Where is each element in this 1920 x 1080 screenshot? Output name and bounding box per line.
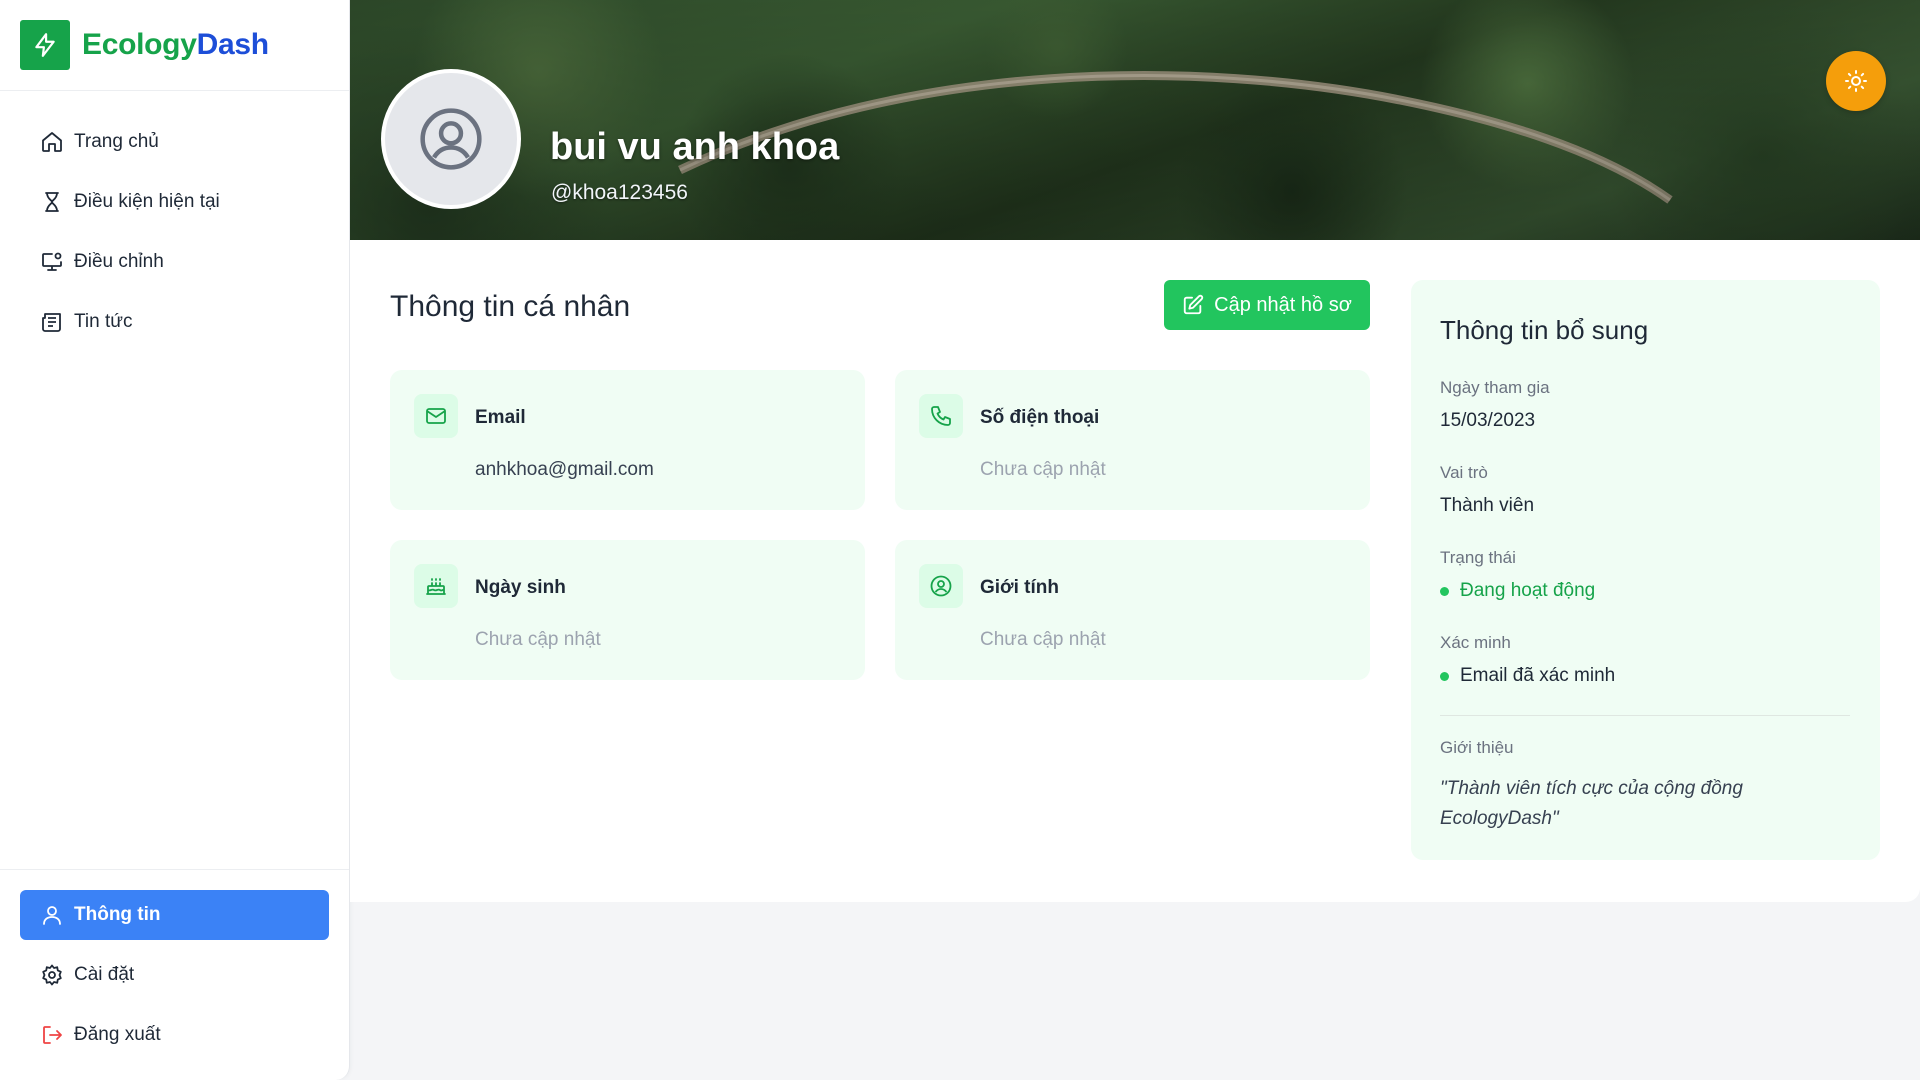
sun-icon [1845, 70, 1867, 92]
verify-text: Email đã xác minh [1460, 665, 1616, 686]
profile-name: bui vu anh khoa [550, 126, 840, 168]
nav-item-current-conditions[interactable]: Điều kiện hiện tại [20, 177, 329, 227]
cake-icon [414, 564, 458, 608]
join-date-value: 15/03/2023 [1440, 410, 1536, 431]
lightning-logo-icon [20, 20, 70, 70]
status-value: Đang hoạt động [1440, 580, 1595, 602]
card-value: Chưa cập nhật [980, 629, 1106, 650]
phone-card: Số điện thoại Chưa cập nhật [895, 370, 1370, 510]
newspaper-icon [42, 313, 61, 332]
card-value: Chưa cập nhật [980, 459, 1106, 480]
status-text: Đang hoạt động [1460, 580, 1596, 601]
birthday-card: Ngày sinh Chưa cập nhật [390, 540, 865, 680]
nav-item-home[interactable]: Trang chủ [20, 117, 329, 167]
home-icon [42, 132, 62, 152]
verify-value: Email đã xác minh [1440, 665, 1615, 687]
card-label: Số điện thoại [980, 407, 1100, 428]
nav-item-label: Điều chỉnh [74, 251, 164, 272]
nav-item-label: Điều kiện hiện tại [74, 191, 220, 212]
card-value: anhkhoa@gmail.com [475, 459, 654, 480]
status-dot [1440, 586, 1449, 596]
monitor-settings-icon [42, 252, 62, 271]
update-profile-label: Cập nhật hồ sơ [1214, 293, 1352, 316]
brand[interactable]: EcologyDash [0, 0, 349, 91]
status-label: Trạng thái [1440, 548, 1516, 567]
nav-item-label: Thông tin [74, 904, 161, 925]
section-title: Thông tin cá nhân [390, 290, 631, 323]
theme-toggle-button[interactable] [1826, 51, 1886, 111]
card-label: Email [475, 407, 526, 428]
email-card: Email anhkhoa@gmail.com [390, 370, 865, 510]
card-label: Giới tính [980, 577, 1059, 598]
user-circle-icon [919, 564, 963, 608]
mail-icon [414, 394, 458, 438]
main-content: bui vu anh khoa @khoa123456 Thông tin cá… [350, 0, 1920, 902]
logout-icon [43, 1026, 62, 1044]
role-value: Thành viên [1440, 495, 1535, 516]
nav-item-settings[interactable]: Cài đặt [20, 950, 329, 1000]
nav-item-logout[interactable]: Đăng xuất [20, 1010, 329, 1060]
hourglass-icon [45, 192, 59, 212]
intro-text: "Thành viên tích cực của cộng đồng Ecolo… [1440, 778, 1743, 829]
additional-info-panel: Thông tin bổ sung Ngày tham gia 15/03/20… [1411, 280, 1880, 860]
main-nav: Trang chủ Điều kiện hiện tại Điều chỉnh … [0, 91, 349, 347]
sidebar: EcologyDash Trang chủ Điều kiện hiện tại… [0, 0, 350, 1080]
verify-label: Xác minh [1440, 633, 1511, 652]
gear-icon [42, 964, 62, 986]
user-circle-icon [420, 108, 482, 170]
brand-name: EcologyDash [82, 28, 269, 62]
nav-item-profile[interactable]: Thông tin [20, 890, 329, 940]
brand-name-part1: Ecology [82, 28, 197, 61]
nav-item-news[interactable]: Tin tức [20, 297, 329, 347]
nav-item-label: Trang chủ [74, 131, 159, 152]
verify-dot [1440, 671, 1449, 681]
nav-item-label: Tin tức [74, 311, 133, 332]
sidebar-bottom: Thông tin Cài đặt Đăng xuất [0, 869, 349, 1070]
card-value: Chưa cập nhật [475, 629, 601, 650]
gender-card: Giới tính Chưa cập nhật [895, 540, 1370, 680]
profile-handle: @khoa123456 [551, 181, 688, 204]
nav-item-adjust[interactable]: Điều chỉnh [20, 237, 329, 287]
edit-icon [1184, 294, 1204, 315]
update-profile-button[interactable]: Cập nhật hồ sơ [1164, 280, 1370, 330]
nav-item-label: Đăng xuất [74, 1024, 161, 1045]
card-label: Ngày sinh [475, 577, 566, 598]
panel-title: Thông tin bổ sung [1440, 315, 1649, 345]
user-icon [43, 906, 61, 925]
brand-name-part2: Dash [196, 28, 269, 61]
join-date-label: Ngày tham gia [1440, 378, 1550, 397]
nav-item-label: Cài đặt [74, 964, 135, 985]
phone-icon [919, 394, 963, 438]
intro-label: Giới thiệu [1440, 738, 1514, 757]
divider [1440, 715, 1850, 716]
role-label: Vai trò [1440, 463, 1488, 482]
avatar[interactable] [381, 69, 521, 209]
